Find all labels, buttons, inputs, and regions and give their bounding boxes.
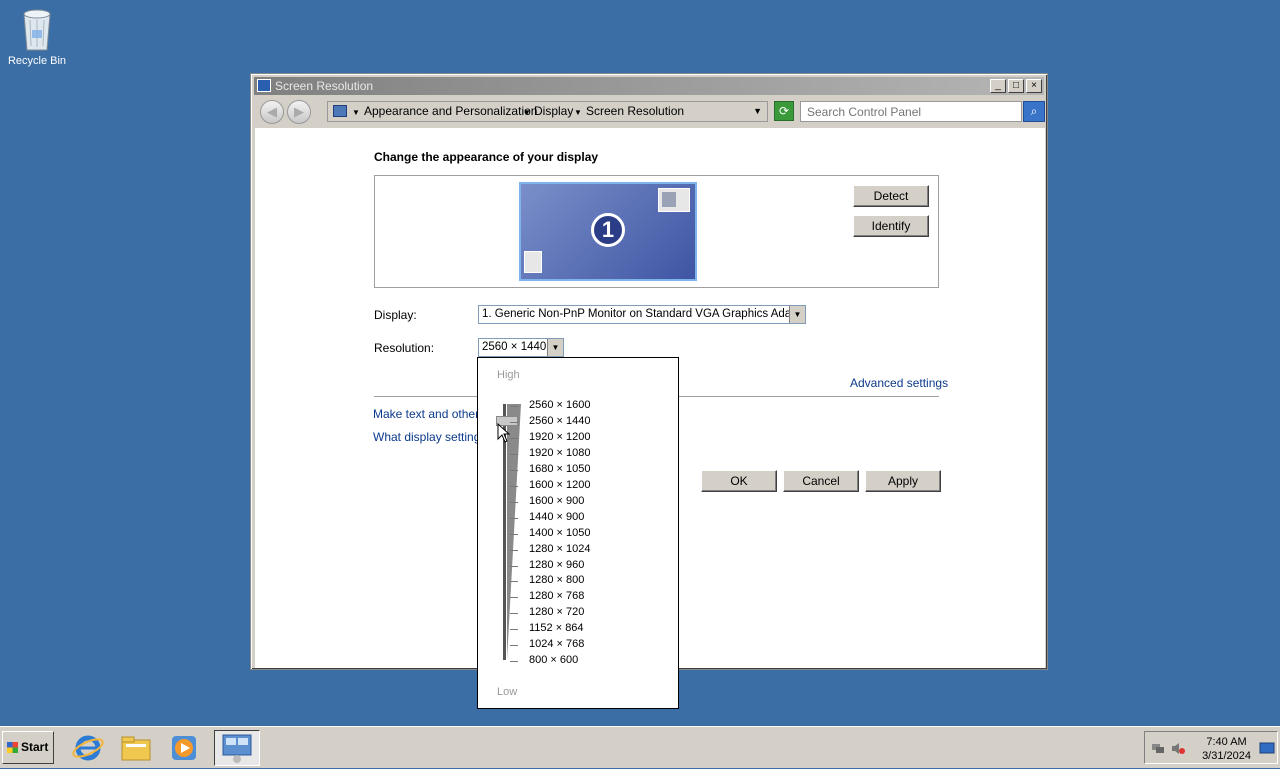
system-tray: 7:40 AM 3/31/2024 (1144, 731, 1278, 764)
slider-tick (510, 517, 518, 519)
refresh-icon[interactable]: ⟳ (774, 101, 794, 121)
resolution-option[interactable]: 1600 × 900 (529, 495, 584, 507)
text-size-link[interactable]: Make text and other i (373, 407, 485, 421)
cancel-button[interactable]: Cancel (783, 470, 859, 492)
window-title: Screen Resolution (275, 79, 374, 93)
breadcrumb-screen-resolution[interactable]: Screen Resolution (586, 102, 684, 121)
resolution-option[interactable]: 1024 × 768 (529, 638, 584, 650)
resolution-option[interactable]: 1280 × 768 (529, 590, 584, 602)
slider-tick (510, 661, 518, 663)
resolution-option[interactable]: 800 × 600 (529, 654, 578, 666)
identify-button[interactable]: Identify (853, 215, 929, 237)
close-button[interactable]: × (1026, 79, 1042, 93)
slider-tick (510, 533, 518, 535)
monitor-1-preview[interactable]: 1 (519, 182, 697, 281)
breadcrumb-display[interactable]: Display (534, 102, 573, 121)
recycle-bin-icon (19, 6, 55, 52)
control-panel-icon (257, 79, 271, 92)
back-button[interactable]: ◀ (260, 100, 284, 124)
search-input[interactable] (800, 101, 1022, 122)
clock[interactable]: 7:40 AM 3/31/2024 (1202, 735, 1251, 763)
show-desktop-icon[interactable] (1259, 742, 1275, 755)
slider-tick (510, 437, 518, 439)
internet-explorer-icon[interactable] (70, 730, 106, 766)
clock-date: 3/31/2024 (1202, 750, 1251, 762)
high-label: High (497, 369, 520, 381)
resolution-option[interactable]: 2560 × 1440 (529, 415, 590, 427)
page-heading: Change the appearance of your display (374, 150, 599, 164)
chevron-down-icon[interactable]: ▼ (789, 306, 805, 323)
recycle-bin-label: Recycle Bin (7, 55, 67, 67)
detect-button[interactable]: Detect (853, 185, 929, 207)
resolution-dropdown: High 2560 × 1600 2560 × 1440 1920 × 1200 19… (477, 357, 679, 709)
slider-tick (510, 581, 518, 583)
resolution-option[interactable]: 1280 × 800 (529, 574, 584, 586)
start-label: Start (21, 740, 49, 754)
breadcrumb-root-arrow[interactable]: ▼ (352, 102, 360, 122)
slider-tick (510, 421, 518, 423)
address-history-dropdown[interactable]: ▼ (753, 102, 762, 121)
title-bar[interactable]: Screen Resolution _ □ × (254, 77, 1044, 95)
slider-tick (510, 645, 518, 647)
display-label: Display: (374, 308, 417, 322)
control-panel-icon (333, 105, 347, 117)
display-select-value: 1. Generic Non-PnP Monitor on Standard V… (482, 308, 806, 320)
mouse-cursor-icon (497, 423, 511, 443)
control-panel-taskbar-icon[interactable] (214, 730, 260, 766)
windows-explorer-icon[interactable] (118, 730, 154, 766)
resolution-option[interactable]: 1920 × 1080 (529, 447, 590, 459)
breadcrumb-arrow[interactable]: ▼ (574, 102, 582, 122)
chevron-down-icon[interactable]: ▼ (547, 339, 563, 356)
taskbar: Start 7:40 AM 3/31/2024 (0, 726, 1280, 768)
resolution-option[interactable]: 1920 × 1200 (529, 431, 590, 443)
minimize-button[interactable]: _ (990, 79, 1006, 93)
clock-time: 7:40 AM (1206, 736, 1247, 748)
resolution-option[interactable]: 1680 × 1050 (529, 463, 590, 475)
resolution-option[interactable]: 2560 × 1600 (529, 399, 590, 411)
address-bar[interactable]: ▼ Appearance and Personalization ▼ Displ… (327, 101, 768, 122)
apply-button[interactable]: Apply (865, 470, 941, 492)
slider-tick (510, 501, 518, 503)
slider-tick (510, 565, 518, 567)
ok-button[interactable]: OK (701, 470, 777, 492)
start-button[interactable]: Start (2, 731, 54, 764)
maximize-button[interactable]: □ (1008, 79, 1024, 93)
recycle-bin[interactable]: Recycle Bin (6, 6, 68, 67)
resolution-option[interactable]: 1280 × 1024 (529, 543, 590, 555)
resolution-option[interactable]: 1280 × 720 (529, 606, 584, 618)
breadcrumb-arrow[interactable]: ▼ (523, 102, 531, 122)
resolution-option[interactable]: 1280 × 960 (529, 559, 584, 571)
slider-tick (510, 469, 518, 471)
windows-logo-icon (7, 742, 18, 753)
breadcrumb-appearance[interactable]: Appearance and Personalization (364, 102, 537, 121)
slider-tick (510, 597, 518, 599)
slider-tick (510, 406, 518, 407)
navigation-bar: ◀ ▶ ▼ Appearance and Personalization ▼ D… (254, 97, 1045, 127)
slider-tick (510, 453, 518, 455)
forward-button[interactable]: ▶ (287, 100, 311, 124)
window-thumbnail-icon (524, 251, 542, 273)
resolution-select-value: 2560 × 1440 (482, 341, 547, 353)
resolution-select[interactable]: 2560 × 1440 ▼ (478, 338, 564, 357)
resolution-option[interactable]: 1440 × 900 (529, 511, 584, 523)
slider-tick (510, 549, 518, 551)
resolution-option[interactable]: 1152 × 864 (529, 622, 584, 634)
network-icon[interactable] (1151, 742, 1165, 755)
resolution-label: Resolution: (374, 341, 435, 355)
slider-tick (510, 629, 518, 631)
display-select[interactable]: 1. Generic Non-PnP Monitor on Standard V… (478, 305, 806, 324)
advanced-settings-link[interactable]: Advanced settings (850, 376, 948, 390)
window-thumbnail-icon (658, 188, 690, 212)
resolution-option[interactable]: 1600 × 1200 (529, 479, 590, 491)
slider-tick (510, 485, 518, 487)
volume-muted-icon[interactable] (1171, 742, 1185, 755)
low-label: Low (497, 686, 518, 698)
resolution-option[interactable]: 1400 × 1050 (529, 527, 590, 539)
search-icon[interactable]: ⌕ (1023, 101, 1045, 122)
slider-tick (510, 613, 518, 615)
monitor-number: 1 (591, 213, 625, 247)
media-player-icon[interactable] (166, 730, 202, 766)
display-settings-help-link[interactable]: What display settings (373, 430, 486, 444)
